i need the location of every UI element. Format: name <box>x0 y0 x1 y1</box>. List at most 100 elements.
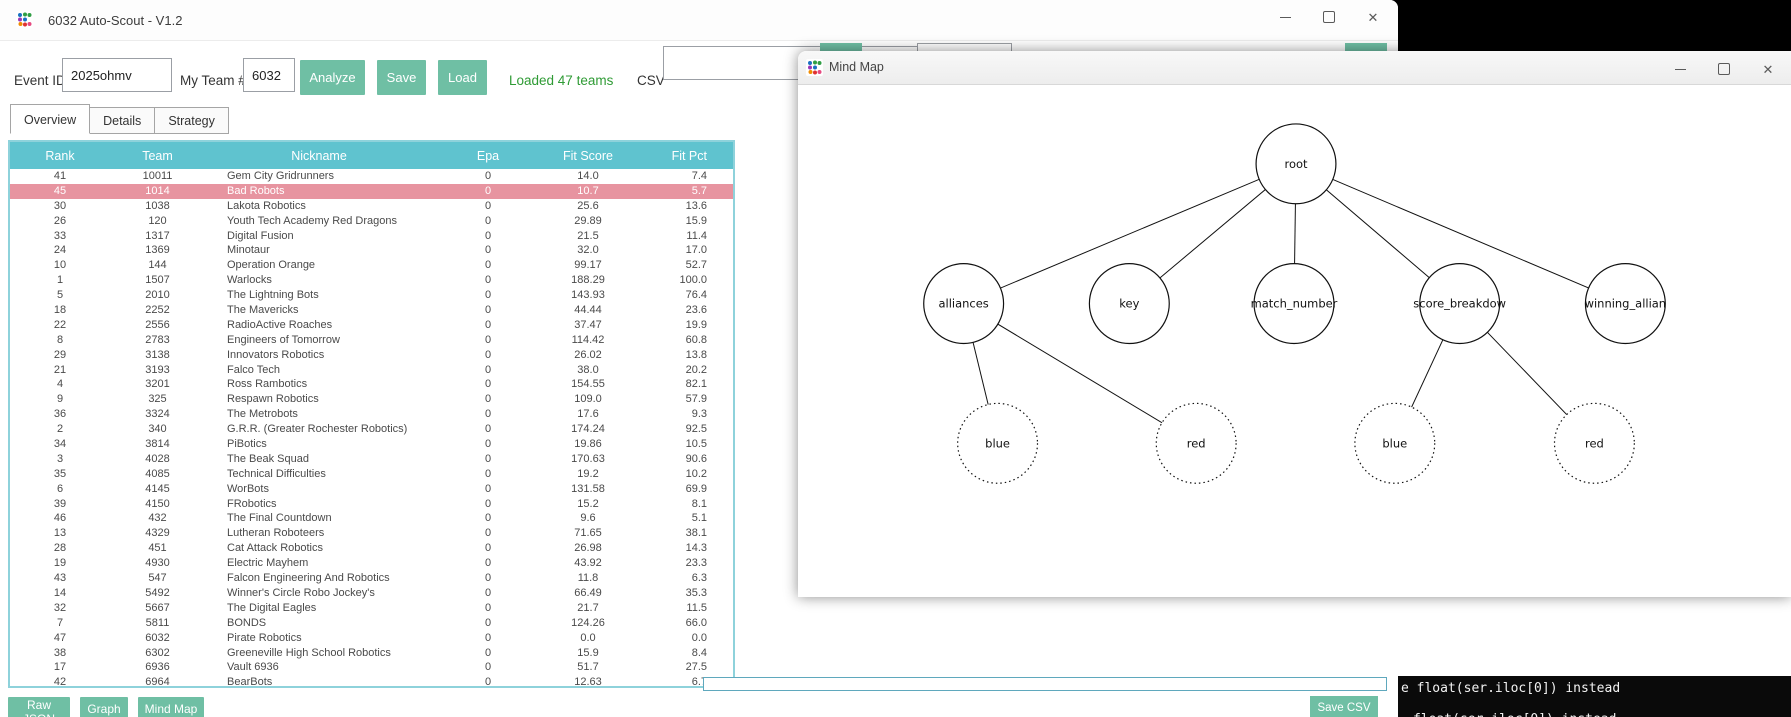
table-row[interactable]: 35 4085 Technical Difficulties 0 19.2 10.2 <box>10 467 733 482</box>
table-cell: 11.4 <box>686 229 707 242</box>
table-row[interactable]: 41 10011 Gem City Gridrunners 0 14.0 7.4 <box>10 169 733 184</box>
table-cell: Lutheran Roboteers <box>227 527 325 540</box>
table-cell: 21 <box>53 363 67 376</box>
table-cell: The Beak Squad <box>227 452 309 465</box>
table-row[interactable]: 6 4145 WorBots 0 131.58 69.9 <box>10 482 733 497</box>
table-row[interactable]: 46 432 The Final Countdown 0 9.6 5.1 <box>10 511 733 526</box>
col-header-team[interactable]: Team <box>110 149 205 163</box>
table-row[interactable]: 38 6302 Greeneville High School Robotics 0 1… <box>10 646 733 661</box>
table-row[interactable]: 39 4150 FRobotics 0 15.2 8.1 <box>10 497 733 512</box>
table-row[interactable]: 2 340 G.R.R. (Greater Rochester Robotics) 0… <box>10 422 733 437</box>
table-cell: 325 <box>148 393 167 406</box>
tab-details[interactable]: Details <box>90 107 156 134</box>
table-row[interactable]: 47 6032 Pirate Robotics 0 0.0 0.0 <box>10 631 733 646</box>
table-row[interactable]: 45 1014 Bad Robots 0 10.7 5.7 <box>10 183 733 199</box>
table-row[interactable]: 13 4329 Lutheran Roboteers 0 71.65 38.1 <box>10 526 733 541</box>
table-row[interactable]: 29 3138 Innovators Robotics 0 26.02 13.8 <box>10 348 733 363</box>
table-row[interactable]: 1 1507 Warlocks 0 188.29 100.0 <box>10 273 733 288</box>
event-id-input[interactable] <box>62 58 172 92</box>
table-cell: 19.9 <box>685 318 707 331</box>
close-icon[interactable]: ✕ <box>1351 0 1395 34</box>
app-icon <box>806 59 823 76</box>
table-header-row: Rank Team Nickname Epa Fit Score Fit Pct <box>10 142 733 169</box>
col-header-epa[interactable]: Epa <box>433 149 543 163</box>
col-header-fitscore[interactable]: Fit Score <box>543 149 633 163</box>
close-icon[interactable]: ✕ <box>1746 52 1790 86</box>
table-row[interactable]: 14 5492 Winner's Circle Robo Jockey's 0 66.4… <box>10 586 733 601</box>
table-cell: 1507 <box>145 274 170 287</box>
mind-map-button[interactable]: Mind Map <box>138 697 204 717</box>
table-row[interactable]: 18 2252 The Mavericks 0 44.44 23.6 <box>10 303 733 318</box>
table-row[interactable]: 30 1038 Lakota Robotics 0 25.6 13.6 <box>10 199 733 214</box>
table-row[interactable]: 9 325 Respawn Robotics 0 109.0 57.9 <box>10 392 733 407</box>
save-csv-button[interactable]: Save CSV <box>1310 696 1378 717</box>
table-cell: 8.1 <box>691 497 707 510</box>
table-cell: Falcon Engineering And Robotics <box>227 572 390 585</box>
table-row[interactable]: 33 1317 Digital Fusion 0 21.5 11.4 <box>10 229 733 244</box>
table-cell: 0 <box>484 616 492 629</box>
col-header-fitpct[interactable]: Fit Pct <box>633 149 733 163</box>
table-row[interactable]: 8 2783 Engineers of Tomorrow 0 114.42 60.8 <box>10 333 733 348</box>
table-cell: 35.3 <box>685 586 707 599</box>
table-cell: 11.8 <box>577 572 599 585</box>
table-cell: 69.9 <box>685 482 707 495</box>
table-row[interactable]: 17 6936 Vault 6936 0 51.7 27.5 <box>10 660 733 675</box>
table-cell: 0 <box>484 572 492 585</box>
save-button[interactable]: Save <box>377 60 426 95</box>
table-row[interactable]: 4 3201 Ross Rambotics 0 154.55 82.1 <box>10 377 733 392</box>
maximize-icon[interactable] <box>1307 0 1351 34</box>
table-row[interactable]: 5 2010 The Lightning Bots 0 143.93 76.4 <box>10 288 733 303</box>
table-row[interactable]: 22 2556 RadioActive Roaches 0 37.47 19.9 <box>10 318 733 333</box>
table-cell: 92.5 <box>685 423 707 436</box>
tab-strategy[interactable]: Strategy <box>155 107 229 134</box>
table-row[interactable]: 7 5811 BONDS 0 124.26 66.0 <box>10 616 733 631</box>
main-window-controls: ✕ <box>1263 0 1395 34</box>
table-row[interactable]: 28 451 Cat Attack Robotics 0 26.98 14.3 <box>10 541 733 556</box>
table-row[interactable]: 34 3814 PiBotics 0 19.86 10.5 <box>10 437 733 452</box>
table-row[interactable]: 26 120 Youth Tech Academy Red Dragons 0 29.8… <box>10 214 733 229</box>
table-cell: 52.7 <box>685 259 707 272</box>
table-row[interactable]: 21 3193 Falco Tech 0 38.0 20.2 <box>10 363 733 378</box>
my-team-input[interactable] <box>243 58 295 92</box>
tab-bar: Overview Details Strategy <box>10 104 229 134</box>
table-cell: 22 <box>53 318 67 331</box>
table-cell: 15.2 <box>577 497 599 510</box>
table-row[interactable]: 24 1369 Minotaur 0 32.0 17.0 <box>10 243 733 258</box>
table-cell: 0 <box>484 631 492 644</box>
table-cell: 0 <box>484 408 492 421</box>
tree-node-label: winning_allian <box>1585 297 1666 311</box>
table-cell: 0 <box>484 482 492 495</box>
table-cell: 90.6 <box>685 452 707 465</box>
maximize-icon[interactable] <box>1702 52 1746 86</box>
table-cell: 37.47 <box>574 318 602 331</box>
table-cell: 21.5 <box>577 229 599 242</box>
table-row[interactable]: 42 6964 BearBots 0 12.63 6.7 <box>10 675 733 686</box>
table-cell: 1014 <box>145 184 170 197</box>
table-cell: 39 <box>53 497 67 510</box>
csv-path-box[interactable] <box>703 677 1387 691</box>
tree-node-label: score_breakdow <box>1413 297 1506 311</box>
table-cell: 0 <box>484 333 492 346</box>
col-header-nickname[interactable]: Nickname <box>205 149 433 163</box>
table-cell: 17 <box>53 661 67 674</box>
table-row[interactable]: 10 144 Operation Orange 0 99.17 52.7 <box>10 258 733 273</box>
tab-overview[interactable]: Overview <box>10 104 91 134</box>
table-cell: 2252 <box>145 304 170 317</box>
col-header-rank[interactable]: Rank <box>10 149 110 163</box>
table-cell: 4329 <box>145 527 170 540</box>
minimize-icon[interactable] <box>1658 52 1702 86</box>
table-row[interactable]: 19 4930 Electric Mayhem 0 43.92 23.3 <box>10 556 733 571</box>
table-row[interactable]: 32 5667 The Digital Eagles 0 21.7 11.5 <box>10 601 733 616</box>
table-cell: 0 <box>484 438 492 451</box>
table-row[interactable]: 3 4028 The Beak Squad 0 170.63 90.6 <box>10 452 733 467</box>
table-cell: 6 <box>56 482 64 495</box>
table-cell: 174.24 <box>571 423 605 436</box>
table-cell: 46 <box>53 512 67 525</box>
raw-json-button[interactable]: Raw JSON <box>8 697 70 717</box>
graph-button[interactable]: Graph <box>80 697 128 717</box>
table-row[interactable]: 43 547 Falcon Engineering And Robotics 0 11.… <box>10 571 733 586</box>
minimize-icon[interactable] <box>1263 0 1307 34</box>
table-row[interactable]: 36 3324 The Metrobots 0 17.6 9.3 <box>10 407 733 422</box>
load-button[interactable]: Load <box>438 60 487 95</box>
analyze-button[interactable]: Analyze <box>300 60 365 95</box>
